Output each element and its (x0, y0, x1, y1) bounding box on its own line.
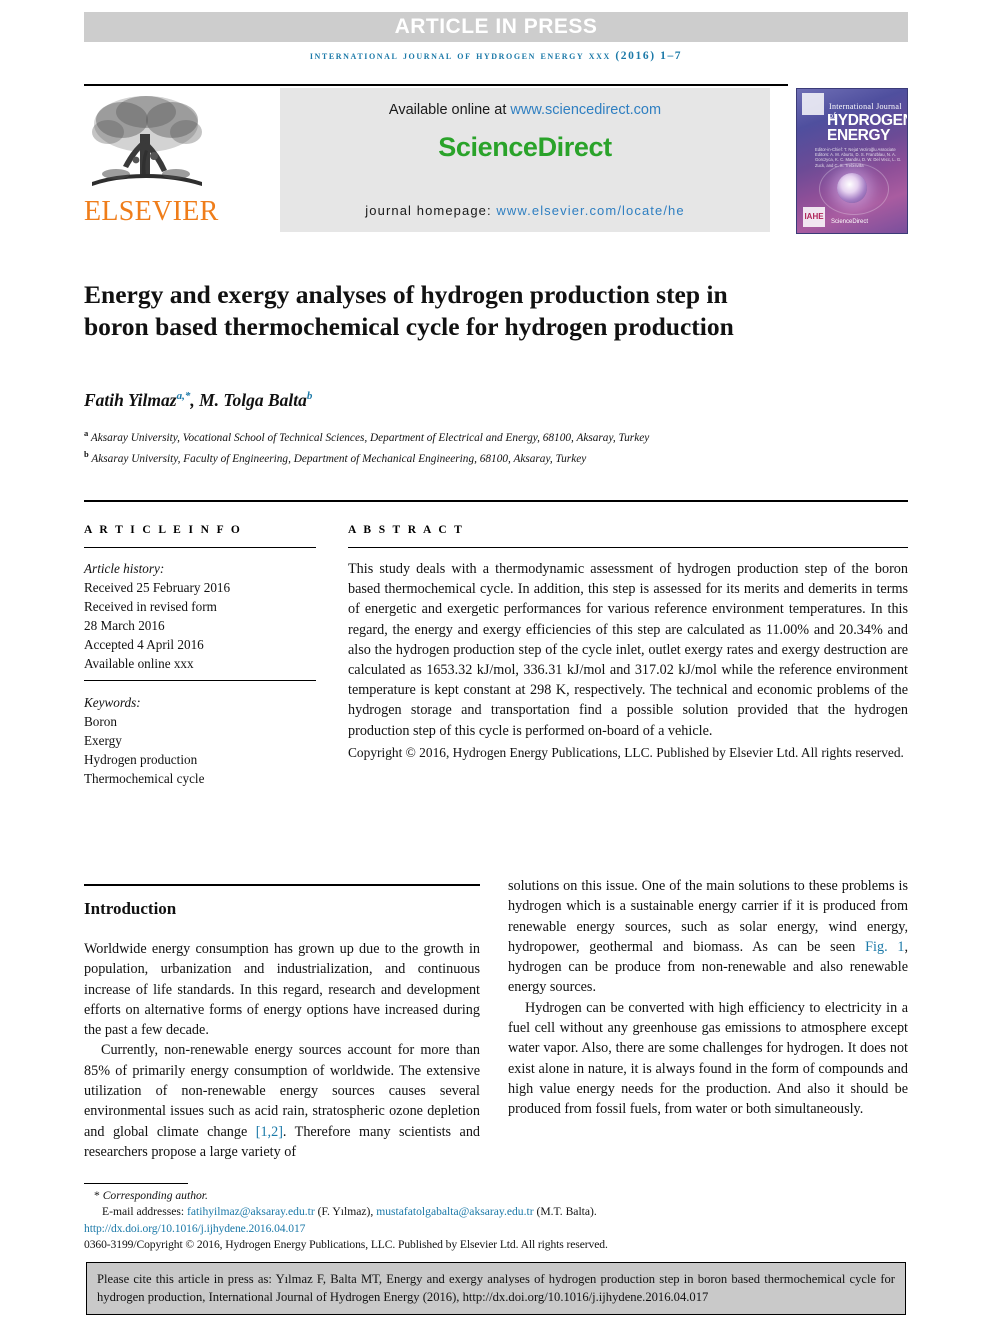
intro-paragraph-3: solutions on this issue. One of the main… (508, 876, 908, 998)
citation-link-1-2[interactable]: [1,2] (256, 1124, 283, 1140)
corresponding-author-text: Corresponding author. (102, 1189, 208, 1202)
available-online-line: Available online at www.sciencedirect.co… (280, 102, 770, 118)
masthead-top-rule (84, 84, 788, 86)
email-owner-2: (M.T. Balta). (536, 1205, 597, 1219)
keyword-item: Exergy (84, 733, 122, 748)
email-link-1[interactable]: fatihyilmaz@aksaray.edu.tr (187, 1205, 315, 1218)
affiliation-a-text: Aksaray University, Vocational School of… (90, 431, 650, 444)
corresponding-author-note: * Corresponding author. (84, 1188, 908, 1204)
journal-homepage-prefix: journal homepage: (365, 203, 497, 218)
keyword-item: Boron (84, 714, 117, 729)
keyword-item: Thermochemical cycle (84, 771, 205, 786)
introduction-heading: Introduction (84, 899, 177, 918)
sciencedirect-word-science: Science (438, 132, 538, 162)
journal-cover-image: International Journal of HYDROGEN ENERGY… (796, 88, 908, 234)
affiliation-list: a Aksaray University, Vocational School … (84, 425, 824, 467)
please-cite-box: Please cite this article in press as: Yı… (86, 1262, 906, 1315)
intro-paragraph-4: Hydrogen can be converted with high effi… (508, 999, 908, 1118)
affiliation-b-text: Aksaray University, Faculty of Engineeri… (91, 452, 587, 465)
keywords-section: Keywords: Boron Exergy Hydrogen producti… (84, 680, 316, 788)
elsevier-tree-icon (92, 96, 202, 186)
article-history-received: Received 25 February 2016 (84, 580, 231, 595)
cover-title-main: HYDROGEN ENERGY (827, 113, 907, 144)
article-in-press-label: ARTICLE IN PRESS (394, 15, 598, 38)
author-list: Fatih Yilmaza,*, M. Tolga Baltab (84, 390, 313, 410)
cover-orb-decoration (837, 173, 867, 203)
footnote-divider (84, 1183, 188, 1184)
affiliation-a-marker: a (84, 428, 89, 438)
sciencedirect-word-direct: Direct (537, 132, 613, 162)
abstract-label: A B S T R A C T (348, 524, 465, 536)
author-1-corresponding-marker: * (184, 390, 191, 403)
keywords-divider (84, 680, 316, 681)
affiliation-b-marker: b (84, 448, 89, 459)
article-info-section: A R T I C L E I N F O Article history: R… (84, 524, 316, 673)
article-history-revised-date: 28 March 2016 (84, 618, 165, 633)
footnote-section: * Corresponding author. E-mail addresses… (84, 1188, 908, 1253)
article-history-accepted: Accepted 4 April 2016 (84, 637, 204, 652)
journal-homepage-link[interactable]: www.elsevier.com/locate/he (496, 203, 684, 218)
affiliation-b: b Aksaray University, Faculty of Enginee… (84, 446, 824, 467)
article-history-available-online: Available online xxx (84, 656, 194, 671)
intro-paragraph-2: Currently, non-renewable energy sources … (84, 1040, 480, 1162)
abstract-copyright: Copyright © 2016, Hydrogen Energy Public… (348, 744, 904, 760)
email-owner-1: (F. Yılmaz), (317, 1205, 374, 1219)
keywords-list: Keywords: Boron Exergy Hydrogen producti… (84, 693, 316, 788)
abstract-divider (348, 547, 908, 548)
cover-elsevier-mark-icon (802, 93, 824, 115)
author-name-2: M. Tolga Balta (199, 390, 307, 410)
figure-link-fig-1[interactable]: Fig. 1 (865, 939, 904, 955)
email-addresses-label: E-mail addresses: (102, 1205, 185, 1219)
abstract-body: This study deals with a thermodynamic as… (348, 561, 908, 739)
intro-paragraph-1: Worldwide energy consumption has grown u… (84, 941, 480, 1039)
sciencedirect-wordmark: ScienceDirect (280, 132, 770, 163)
article-in-press-banner: ARTICLE IN PRESS (84, 12, 908, 42)
body-top-rule (84, 884, 480, 886)
article-info-label: A R T I C L E I N F O (84, 524, 243, 536)
info-section-top-rule (84, 500, 908, 502)
keyword-item: Hydrogen production (84, 752, 198, 767)
article-history-header: Article history: (84, 561, 165, 576)
page-title: Energy and exergy analyses of hydrogen p… (84, 280, 734, 342)
author-1-affiliation-marker: a, (176, 390, 185, 403)
body-column-right: solutions on this issue. One of the main… (508, 876, 908, 1120)
sciencedirect-url-link[interactable]: www.sciencedirect.com (510, 102, 661, 118)
email-link-2[interactable]: mustafatolgabalta@aksaray.edu.tr (376, 1205, 533, 1218)
issn-copyright-line: 0360-3199/Copyright © 2016, Hydrogen Ene… (84, 1237, 608, 1251)
cover-title-energy: ENERGY (827, 127, 891, 144)
masthead: ELSEVIER Available online at www.science… (84, 88, 908, 236)
journal-homepage-line: journal homepage: www.elsevier.com/locat… (280, 203, 770, 218)
cover-iahe-badge: IAHE (803, 207, 825, 227)
email-addresses-note: E-mail addresses: fatihyilmaz@aksaray.ed… (84, 1204, 908, 1220)
available-online-prefix: Available online at (388, 102, 511, 118)
elsevier-logo: ELSEVIER (84, 88, 219, 234)
corresponding-author-marker: * (94, 1189, 100, 1202)
journal-running-head: international journal of hydrogen energy… (309, 50, 683, 62)
keywords-header: Keywords: (84, 695, 141, 710)
elsevier-wordmark: ELSEVIER (84, 196, 219, 227)
abstract-section: A B S T R A C T This study deals with a … (348, 524, 908, 762)
cover-sciencedirect-label: ScienceDirect (831, 219, 869, 225)
author-name-1: Fatih Yilmaz (84, 390, 177, 410)
article-history-revised-label: Received in revised form (84, 599, 217, 614)
doi-link[interactable]: http://dx.doi.org/10.1016/j.ijhydene.201… (84, 1221, 908, 1237)
author-2-affiliation-marker: b (306, 390, 313, 403)
affiliation-a: a Aksaray University, Vocational School … (84, 425, 824, 446)
article-history-block: Article history: Received 25 February 20… (84, 559, 316, 673)
body-column-left: Introduction Worldwide energy consumptio… (84, 892, 480, 1162)
sciencedirect-box: Available online at www.sciencedirect.co… (280, 88, 770, 232)
intro-paragraph-3-part-a: solutions on this issue. One of the main… (508, 878, 908, 955)
article-info-divider (84, 547, 316, 548)
